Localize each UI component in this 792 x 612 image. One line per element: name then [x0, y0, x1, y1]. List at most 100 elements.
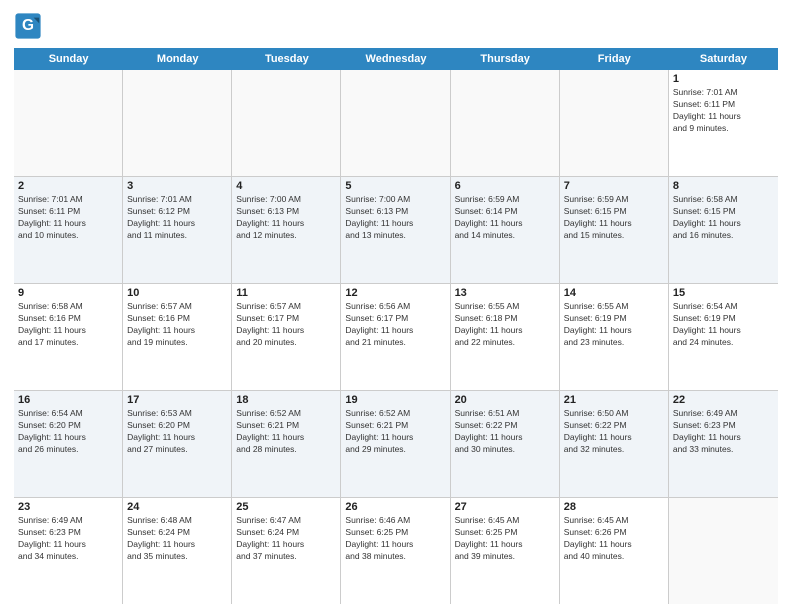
day-cell-16: 16 Sunrise: 6:54 AM Sunset: 6:20 PM Dayli… — [14, 391, 123, 497]
day-number: 26 — [345, 501, 445, 513]
day-info: Sunrise: 6:48 AM Sunset: 6:24 PM Dayligh… — [127, 515, 227, 563]
day-info: Sunrise: 6:51 AM Sunset: 6:22 PM Dayligh… — [455, 408, 555, 456]
logo-icon: G — [14, 12, 42, 40]
day-number: 12 — [345, 287, 445, 299]
day-header-saturday: Saturday — [669, 48, 778, 70]
day-info: Sunrise: 6:56 AM Sunset: 6:17 PM Dayligh… — [345, 301, 445, 349]
day-number: 27 — [455, 501, 555, 513]
day-cell-1: 1 Sunrise: 7:01 AM Sunset: 6:11 PM Daylig… — [669, 70, 778, 176]
day-cell-19: 19 Sunrise: 6:52 AM Sunset: 6:21 PM Dayli… — [341, 391, 450, 497]
day-info: Sunrise: 6:58 AM Sunset: 6:15 PM Dayligh… — [673, 194, 774, 242]
day-cell-6: 6 Sunrise: 6:59 AM Sunset: 6:14 PM Daylig… — [451, 177, 560, 283]
day-number: 23 — [18, 501, 118, 513]
calendar-grid: SundayMondayTuesdayWednesdayThursdayFrid… — [14, 48, 778, 604]
day-header-wednesday: Wednesday — [341, 48, 450, 70]
day-cell-18: 18 Sunrise: 6:52 AM Sunset: 6:21 PM Dayli… — [232, 391, 341, 497]
day-number: 16 — [18, 394, 118, 406]
day-cell-10: 10Sunrise: 6:57 AM Sunset: 6:16 PM Dayli… — [123, 284, 232, 390]
day-cell-7: 7 Sunrise: 6:59 AM Sunset: 6:15 PM Daylig… — [560, 177, 669, 283]
day-header-monday: Monday — [123, 48, 232, 70]
day-number: 18 — [236, 394, 336, 406]
day-header-friday: Friday — [560, 48, 669, 70]
calendar-container: G SundayMondayTuesdayWednesdayThursdayFr… — [0, 0, 792, 612]
day-cell-empty — [341, 70, 450, 176]
day-cell-25: 25 Sunrise: 6:47 AM Sunset: 6:24 PM Dayli… — [232, 498, 341, 604]
day-number: 24 — [127, 501, 227, 513]
day-cell-empty — [123, 70, 232, 176]
day-number: 14 — [564, 287, 664, 299]
day-cell-11: 11 Sunrise: 6:57 AM Sunset: 6:17 PM Dayli… — [232, 284, 341, 390]
day-info: Sunrise: 7:00 AM Sunset: 6:13 PM Dayligh… — [236, 194, 336, 242]
day-cell-empty — [669, 498, 778, 604]
day-number: 11 — [236, 287, 336, 299]
day-cell-13: 13Sunrise: 6:55 AM Sunset: 6:18 PM Dayli… — [451, 284, 560, 390]
day-info: Sunrise: 6:58 AM Sunset: 6:16 PM Dayligh… — [18, 301, 118, 349]
day-info: Sunrise: 7:01 AM Sunset: 6:11 PM Dayligh… — [18, 194, 118, 242]
day-number: 7 — [564, 180, 664, 192]
day-info: Sunrise: 7:01 AM Sunset: 6:12 PM Dayligh… — [127, 194, 227, 242]
day-number: 9 — [18, 287, 118, 299]
day-cell-9: 9 Sunrise: 6:58 AM Sunset: 6:16 PM Daylig… — [14, 284, 123, 390]
day-number: 19 — [345, 394, 445, 406]
day-cell-20: 20 Sunrise: 6:51 AM Sunset: 6:22 PM Dayli… — [451, 391, 560, 497]
day-info: Sunrise: 6:59 AM Sunset: 6:15 PM Dayligh… — [564, 194, 664, 242]
day-number: 1 — [673, 73, 774, 85]
day-number: 17 — [127, 394, 227, 406]
day-info: Sunrise: 6:57 AM Sunset: 6:17 PM Dayligh… — [236, 301, 336, 349]
logo: G — [14, 12, 46, 40]
day-cell-22: 22Sunrise: 6:49 AM Sunset: 6:23 PM Dayli… — [669, 391, 778, 497]
day-cell-5: 5 Sunrise: 7:00 AM Sunset: 6:13 PM Daylig… — [341, 177, 450, 283]
day-info: Sunrise: 6:53 AM Sunset: 6:20 PM Dayligh… — [127, 408, 227, 456]
week-row-5: 23 Sunrise: 6:49 AM Sunset: 6:23 PM Dayli… — [14, 498, 778, 604]
svg-text:G: G — [22, 17, 34, 34]
day-info: Sunrise: 6:52 AM Sunset: 6:21 PM Dayligh… — [345, 408, 445, 456]
day-number: 8 — [673, 180, 774, 192]
day-cell-4: 4 Sunrise: 7:00 AM Sunset: 6:13 PM Daylig… — [232, 177, 341, 283]
day-number: 5 — [345, 180, 445, 192]
day-number: 15 — [673, 287, 774, 299]
day-info: Sunrise: 6:45 AM Sunset: 6:26 PM Dayligh… — [564, 515, 664, 563]
day-info: Sunrise: 7:00 AM Sunset: 6:13 PM Dayligh… — [345, 194, 445, 242]
day-info: Sunrise: 6:57 AM Sunset: 6:16 PM Dayligh… — [127, 301, 227, 349]
day-cell-27: 27 Sunrise: 6:45 AM Sunset: 6:25 PM Dayli… — [451, 498, 560, 604]
day-cell-empty — [451, 70, 560, 176]
day-info: Sunrise: 6:55 AM Sunset: 6:19 PM Dayligh… — [564, 301, 664, 349]
day-number: 4 — [236, 180, 336, 192]
day-number: 3 — [127, 180, 227, 192]
day-number: 20 — [455, 394, 555, 406]
day-info: Sunrise: 6:52 AM Sunset: 6:21 PM Dayligh… — [236, 408, 336, 456]
day-info: Sunrise: 6:59 AM Sunset: 6:14 PM Dayligh… — [455, 194, 555, 242]
week-row-4: 16 Sunrise: 6:54 AM Sunset: 6:20 PM Dayli… — [14, 391, 778, 498]
day-cell-3: 3 Sunrise: 7:01 AM Sunset: 6:12 PM Daylig… — [123, 177, 232, 283]
week-row-3: 9 Sunrise: 6:58 AM Sunset: 6:16 PM Daylig… — [14, 284, 778, 391]
day-number: 6 — [455, 180, 555, 192]
day-cell-17: 17 Sunrise: 6:53 AM Sunset: 6:20 PM Dayli… — [123, 391, 232, 497]
day-header-tuesday: Tuesday — [232, 48, 341, 70]
week-row-2: 2 Sunrise: 7:01 AM Sunset: 6:11 PM Daylig… — [14, 177, 778, 284]
day-cell-21: 21 Sunrise: 6:50 AM Sunset: 6:22 PM Dayli… — [560, 391, 669, 497]
day-cell-26: 26 Sunrise: 6:46 AM Sunset: 6:25 PM Dayli… — [341, 498, 450, 604]
day-info: Sunrise: 6:49 AM Sunset: 6:23 PM Dayligh… — [673, 408, 774, 456]
header-section: G — [14, 12, 778, 40]
day-info: Sunrise: 7:01 AM Sunset: 6:11 PM Dayligh… — [673, 87, 774, 135]
day-number: 21 — [564, 394, 664, 406]
day-info: Sunrise: 6:49 AM Sunset: 6:23 PM Dayligh… — [18, 515, 118, 563]
day-cell-15: 15Sunrise: 6:54 AM Sunset: 6:19 PM Dayli… — [669, 284, 778, 390]
day-headers-row: SundayMondayTuesdayWednesdayThursdayFrid… — [14, 48, 778, 70]
day-number: 13 — [455, 287, 555, 299]
day-number: 2 — [18, 180, 118, 192]
day-cell-empty — [14, 70, 123, 176]
day-info: Sunrise: 6:45 AM Sunset: 6:25 PM Dayligh… — [455, 515, 555, 563]
day-cell-24: 24 Sunrise: 6:48 AM Sunset: 6:24 PM Dayli… — [123, 498, 232, 604]
day-info: Sunrise: 6:47 AM Sunset: 6:24 PM Dayligh… — [236, 515, 336, 563]
day-number: 25 — [236, 501, 336, 513]
day-info: Sunrise: 6:54 AM Sunset: 6:20 PM Dayligh… — [18, 408, 118, 456]
day-cell-empty — [232, 70, 341, 176]
day-cell-12: 12 Sunrise: 6:56 AM Sunset: 6:17 PM Dayli… — [341, 284, 450, 390]
day-cell-2: 2 Sunrise: 7:01 AM Sunset: 6:11 PM Daylig… — [14, 177, 123, 283]
weeks-container: 1 Sunrise: 7:01 AM Sunset: 6:11 PM Daylig… — [14, 70, 778, 604]
day-header-thursday: Thursday — [451, 48, 560, 70]
day-info: Sunrise: 6:46 AM Sunset: 6:25 PM Dayligh… — [345, 515, 445, 563]
day-info: Sunrise: 6:50 AM Sunset: 6:22 PM Dayligh… — [564, 408, 664, 456]
day-cell-14: 14 Sunrise: 6:55 AM Sunset: 6:19 PM Dayli… — [560, 284, 669, 390]
